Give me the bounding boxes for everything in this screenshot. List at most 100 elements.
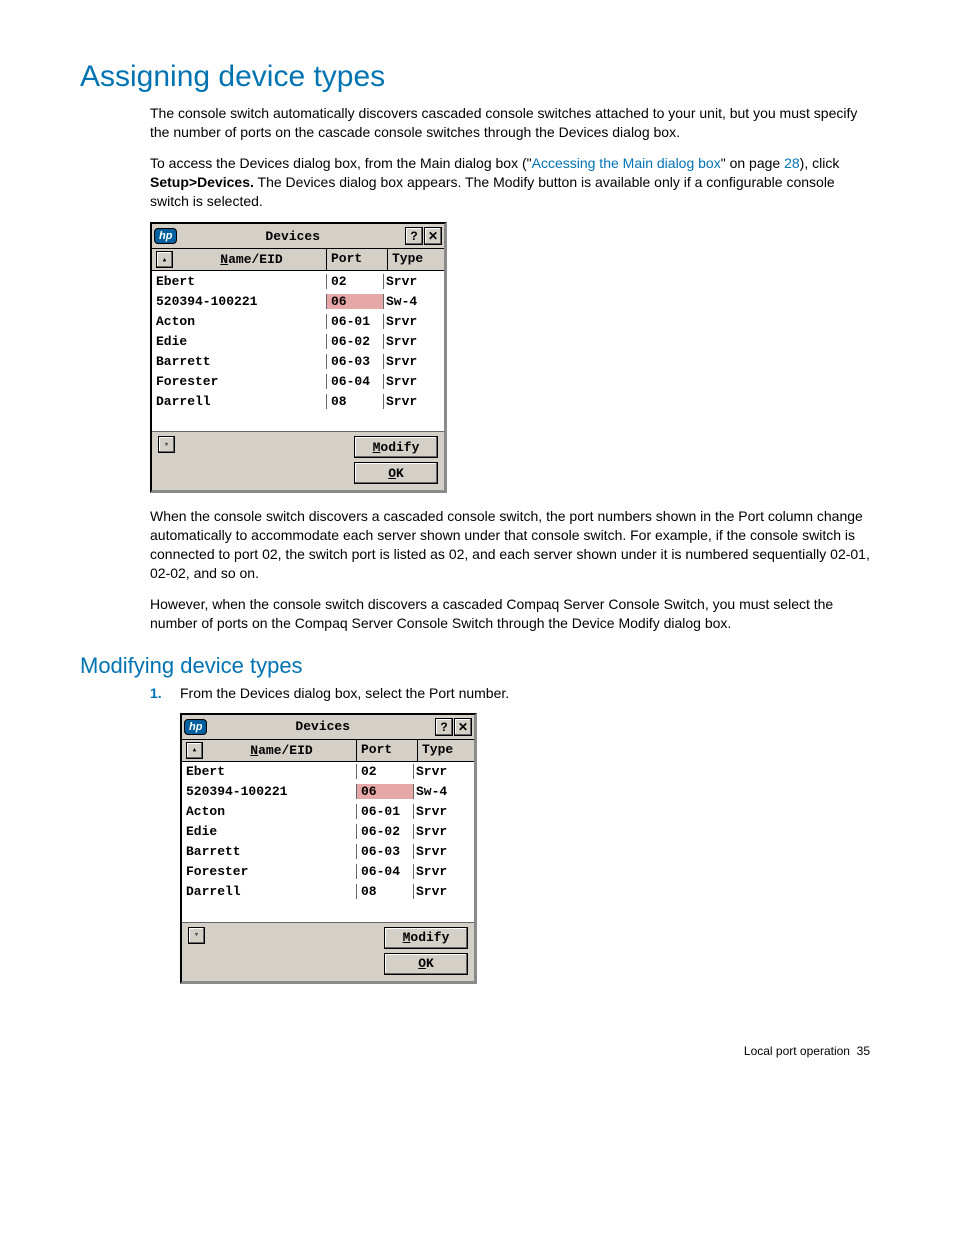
table-row[interactable]: Barrett06-03Srvr [182, 842, 474, 862]
table-row[interactable]: Edie06-02Srvr [182, 822, 474, 842]
col-type-label: Type [388, 249, 444, 270]
col-name-label: Name/EID [207, 743, 356, 758]
cell-name: Darrell [182, 884, 357, 899]
table-row[interactable]: Barrett06-03Srvr [152, 351, 444, 371]
cell-type: Srvr [384, 274, 444, 289]
table-row[interactable]: Darrell08Srvr [152, 391, 444, 411]
help-button[interactable]: ? [435, 718, 453, 736]
cell-type: Srvr [414, 824, 474, 839]
explain-para-1: When the console switch discovers a casc… [150, 507, 874, 583]
device-list: Ebert02Srvr520394-10022106Sw-4Acton06-01… [182, 762, 474, 922]
cell-type: Sw-4 [384, 294, 444, 309]
cell-port: 06-03 [327, 354, 384, 369]
table-row[interactable]: 520394-10022106Sw-4 [152, 291, 444, 311]
p2-mid: " on page [721, 155, 784, 171]
setup-devices-bold: Setup>Devices. [150, 174, 254, 190]
sort-up-icon[interactable]: ▴ [186, 742, 203, 759]
table-row[interactable]: Ebert02Srvr [182, 762, 474, 782]
modify-button[interactable]: Modify [354, 436, 438, 458]
cell-name: Acton [152, 314, 327, 329]
cell-name: Forester [182, 864, 357, 879]
devices-dialog: hp Devices ? ✕ ▴ Name/EID Port Type Eber… [150, 222, 447, 493]
hp-logo-icon: hp [154, 228, 177, 244]
scroll-down-icon[interactable]: ▾ [158, 436, 175, 453]
footer-section: Local port operation [744, 1044, 850, 1058]
cell-type: Srvr [414, 864, 474, 879]
cell-name: Darrell [152, 394, 327, 409]
table-header: ▴ Name/EID Port Type [182, 740, 474, 762]
cell-port: 06-01 [327, 314, 384, 329]
table-header: ▴ Name/EID Port Type [152, 249, 444, 271]
table-row[interactable]: Forester06-04Srvr [152, 371, 444, 391]
page-28-link[interactable]: 28 [784, 155, 800, 171]
cell-name: Ebert [182, 764, 357, 779]
cell-name: 520394-100221 [182, 784, 357, 799]
hp-logo-icon: hp [184, 719, 207, 735]
dialog-titlebar: hp Devices ? ✕ [152, 224, 444, 249]
ok-button[interactable]: OK [384, 953, 468, 975]
cell-name: Barrett [182, 844, 357, 859]
dialog-titlebar: hp Devices ? ✕ [182, 715, 474, 740]
col-port-label: Port [327, 249, 388, 270]
cell-type: Srvr [384, 394, 444, 409]
ok-button[interactable]: OK [354, 462, 438, 484]
cell-name: Edie [182, 824, 357, 839]
table-row-empty [152, 411, 444, 431]
explain-para-2: However, when the console switch discove… [150, 595, 874, 633]
cell-type: Srvr [414, 804, 474, 819]
main-dialog-link[interactable]: Accessing the Main dialog box [532, 155, 721, 171]
step-1: 1. From the Devices dialog box, select t… [150, 685, 874, 701]
sort-up-icon[interactable]: ▴ [156, 251, 173, 268]
cell-port: 06-02 [327, 334, 384, 349]
cell-type: Sw-4 [414, 784, 474, 799]
cell-port: 06-01 [357, 804, 414, 819]
page-footer: Local port operation 35 [80, 1044, 874, 1058]
close-button[interactable]: ✕ [424, 227, 442, 245]
col-type-label: Type [418, 740, 474, 761]
cell-port: 08 [327, 394, 384, 409]
step-1-number: 1. [150, 685, 180, 701]
p2-pre: To access the Devices dialog box, from t… [150, 155, 532, 171]
col-name-label: Name/EID [177, 252, 326, 267]
dialog-title: Devices [181, 229, 404, 244]
intro-para-2: To access the Devices dialog box, from t… [150, 154, 874, 211]
cell-name: Ebert [152, 274, 327, 289]
table-row-empty [182, 902, 474, 922]
table-row[interactable]: Edie06-02Srvr [152, 331, 444, 351]
cell-type: Srvr [384, 374, 444, 389]
scroll-down-icon[interactable]: ▾ [188, 927, 205, 944]
cell-type: Srvr [414, 844, 474, 859]
table-row[interactable]: 520394-10022106Sw-4 [182, 782, 474, 802]
help-button[interactable]: ? [405, 227, 423, 245]
cell-type: Srvr [384, 354, 444, 369]
table-row[interactable]: Acton06-01Srvr [182, 802, 474, 822]
table-row[interactable]: Darrell08Srvr [182, 882, 474, 902]
cell-name: 520394-100221 [152, 294, 327, 309]
cell-type: Srvr [384, 334, 444, 349]
table-row[interactable]: Forester06-04Srvr [182, 862, 474, 882]
modify-button[interactable]: Modify [384, 927, 468, 949]
cell-port: 06-04 [327, 374, 384, 389]
cell-port: 06-02 [357, 824, 414, 839]
cell-port: 06 [357, 784, 414, 799]
cell-type: Srvr [384, 314, 444, 329]
cell-port: 08 [357, 884, 414, 899]
close-button[interactable]: ✕ [454, 718, 472, 736]
device-list: Ebert02Srvr520394-10022106Sw-4Acton06-01… [152, 271, 444, 431]
p2-after: ), click [800, 155, 840, 171]
footer-page-number: 35 [857, 1044, 870, 1058]
cell-port: 06-04 [357, 864, 414, 879]
heading-assigning: Assigning device types [80, 60, 874, 94]
table-row[interactable]: Acton06-01Srvr [152, 311, 444, 331]
devices-dialog-2: hp Devices ? ✕ ▴ Name/EID Port Type Eber… [180, 713, 477, 984]
cell-port: 06-03 [357, 844, 414, 859]
step-1-text: From the Devices dialog box, select the … [180, 685, 874, 701]
intro-para-1: The console switch automatically discove… [150, 104, 874, 142]
cell-port: 02 [357, 764, 414, 779]
cell-type: Srvr [414, 764, 474, 779]
table-row[interactable]: Ebert02Srvr [152, 271, 444, 291]
cell-name: Acton [182, 804, 357, 819]
cell-name: Barrett [152, 354, 327, 369]
cell-port: 02 [327, 274, 384, 289]
cell-type: Srvr [414, 884, 474, 899]
